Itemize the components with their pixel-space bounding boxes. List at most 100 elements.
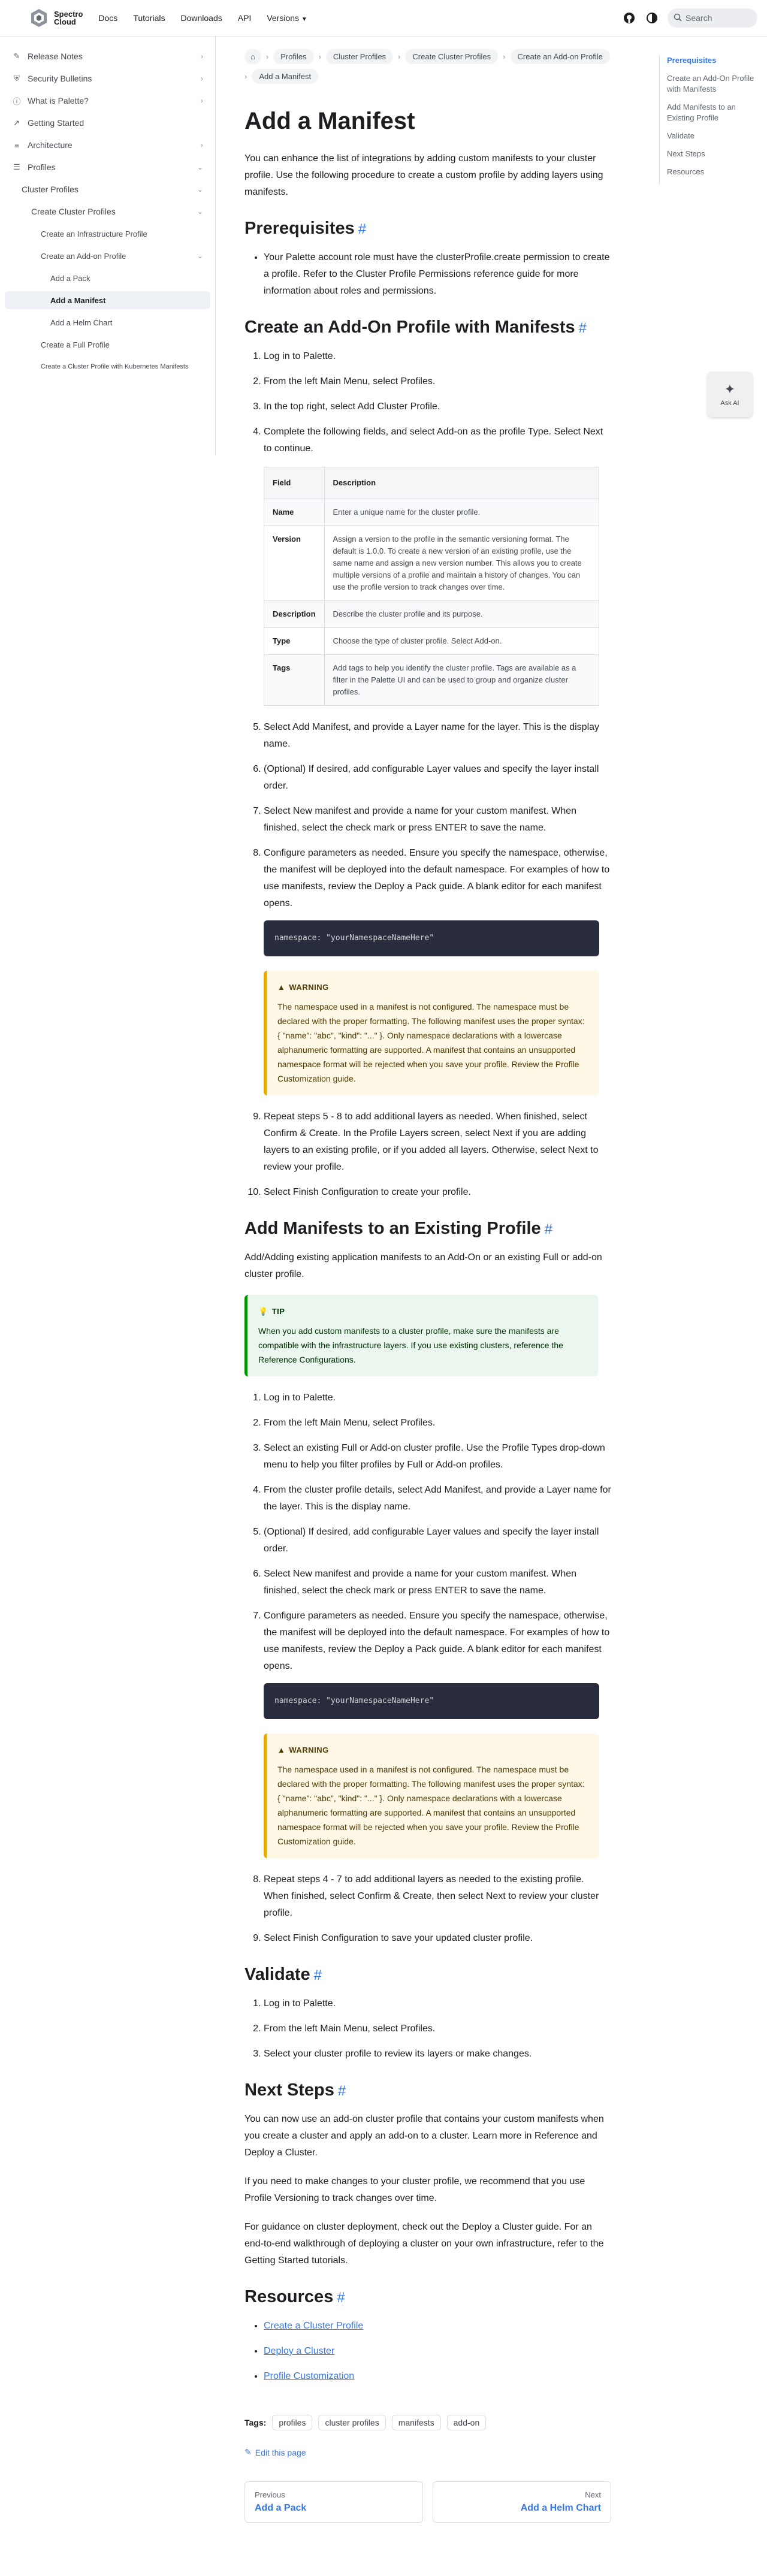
step-item: Select Finish Configuration to create yo… [264, 1184, 611, 1201]
sidebar-item-release-notes[interactable]: ✎ Release Notes › [5, 47, 210, 65]
sidebar-item-what-is-palette[interactable]: ⓘ What is Palette? › [5, 92, 210, 110]
sidebar-item-architecture[interactable]: ≡ Architecture › [5, 136, 210, 154]
next-page-card[interactable]: Next Add a Helm Chart [433, 2481, 611, 2523]
breadcrumb-home-icon[interactable]: ⌂ [244, 49, 261, 64]
code-block[interactable]: namespace: "yourNamespaceNameHere" [264, 1683, 599, 1719]
step-item: Log in to Palette. [264, 1390, 611, 1406]
sidebar-item-label: Create an Infrastructure Profile [41, 229, 147, 238]
anchor-link[interactable]: # [314, 1967, 322, 1983]
sidebar-item-security-bulletins[interactable]: ⛨ Security Bulletins › [5, 70, 210, 87]
megaphone-icon: ✎ [13, 52, 20, 61]
tag-link[interactable]: profiles [272, 2415, 313, 2430]
sidebar-item-create-infrastructure-profile[interactable]: Create an Infrastructure Profile [5, 225, 210, 243]
toc-item[interactable]: Add Manifests to an Existing Profile [667, 102, 755, 123]
pencil-icon: ✎ [244, 2447, 252, 2457]
step-item: Configure parameters as needed. Ensure y… [264, 1608, 611, 1858]
sidebar-item-label: Profiles [28, 162, 56, 172]
anchor-link[interactable]: # [337, 2290, 345, 2306]
nav-link-api[interactable]: API [238, 13, 252, 23]
github-icon[interactable] [622, 11, 636, 25]
step-item: Repeat steps 4 - 7 to add additional lay… [264, 1871, 611, 1922]
breadcrumb-separator: › [244, 72, 247, 81]
step-item: Select Add Manifest, and provide a Layer… [264, 719, 611, 753]
sidebar-item-getting-started[interactable]: ➚ Getting Started [5, 114, 210, 132]
existing-profile-heading: Add Manifests to an Existing Profile # [244, 1219, 553, 1238]
anchor-link[interactable]: # [338, 2083, 346, 2099]
warning-text: The namespace used in a manifest is not … [277, 1002, 585, 1083]
stack-icon: ☰ [13, 162, 20, 171]
theme-toggle-icon[interactable] [645, 11, 659, 25]
breadcrumb-item[interactable]: Cluster Profiles [325, 49, 394, 64]
logo[interactable]: Spectro Cloud [29, 8, 83, 28]
toc-item[interactable]: Prerequisites [667, 55, 755, 66]
ask-ai-label: Ask AI [720, 400, 739, 407]
validate-heading: Validate # [244, 1965, 322, 1984]
ask-ai-button[interactable]: ✦ Ask AI [707, 372, 753, 417]
toc-item[interactable]: Validate [667, 131, 755, 141]
main-content: ⌂ › Profiles › Cluster Profiles › Create… [244, 36, 611, 2523]
sidebar-item-label: Architecture [28, 140, 73, 150]
anchor-link[interactable]: # [579, 320, 587, 336]
anchor-link[interactable]: # [545, 1221, 552, 1237]
sidebar-item-cluster-profiles[interactable]: Cluster Profiles ⌄ [5, 180, 210, 198]
shield-icon: ⛨ [14, 74, 20, 83]
search-icon [674, 13, 682, 23]
tag-link[interactable]: add-on [446, 2415, 487, 2430]
search-input[interactable]: Search [668, 8, 757, 28]
versions-dropdown[interactable]: Versions ▼ [267, 13, 307, 23]
sidebar-item-add-a-pack[interactable]: Add a Pack [5, 269, 210, 287]
sidebar-item-create-addon-profile[interactable]: Create an Add-on Profile ⌄ [5, 247, 210, 265]
next-steps-heading: Next Steps # [244, 2080, 346, 2100]
lightbulb-icon: 💡 [258, 1307, 268, 1316]
breadcrumb-item[interactable]: Create Cluster Profiles [405, 49, 499, 64]
resource-link[interactable]: Create a Cluster Profile [264, 2321, 363, 2331]
table-row: Description Describe the cluster profile … [264, 600, 600, 628]
sidebar-item-add-a-helm-chart[interactable]: Add a Helm Chart [5, 313, 210, 331]
edit-page-link[interactable]: ✎ Edit this page [244, 2447, 611, 2457]
intro-paragraph: You can enhance the list of integrations… [244, 153, 603, 197]
toc-item[interactable]: Create an Add-On Profile with Manifests [667, 73, 755, 95]
pager-sublabel: Previous [255, 2490, 285, 2499]
code-block[interactable]: namespace: "yourNamespaceNameHere" [264, 920, 599, 956]
tags-label: Tags: [244, 2418, 267, 2427]
resource-link[interactable]: Deploy a Cluster [264, 2346, 334, 2356]
sidebar-item-create-cluster-profiles[interactable]: Create Cluster Profiles ⌄ [5, 203, 210, 221]
step-item: In the top right, select Add Cluster Pro… [264, 398, 611, 415]
warning-icon: ▲ [277, 983, 286, 992]
step-item: (Optional) If desired, add configurable … [264, 1524, 611, 1557]
sidebar-item-label: Add a Helm Chart [50, 318, 113, 327]
warning-admonition: ▲ warning The namespace used in a manifes… [264, 1734, 599, 1858]
step-item: Configure parameters as needed. Ensure y… [264, 845, 611, 1095]
versions-label: Versions [267, 13, 300, 23]
sidebar-item-create-full-profile[interactable]: Create a Full Profile [5, 336, 210, 354]
breadcrumb-item[interactable]: Create an Add-on Profile [510, 49, 610, 64]
rocket-icon: ➚ [13, 118, 20, 127]
chevron-down-icon: ⌄ [197, 252, 203, 260]
breadcrumb-item[interactable]: Profiles [273, 49, 314, 64]
navbar: Spectro Cloud Docs Tutorials Downloads A… [0, 0, 767, 36]
info-icon: ⓘ [13, 96, 21, 106]
sidebar-item-add-a-manifest[interactable]: Add a Manifest [5, 291, 210, 309]
pager-title: Add a Pack [255, 2503, 307, 2513]
resource-link[interactable]: Profile Customization [264, 2371, 354, 2381]
chevron-down-icon: ⌄ [197, 163, 203, 171]
nav-link-downloads[interactable]: Downloads [180, 13, 222, 23]
toc-item[interactable]: Resources [667, 167, 755, 177]
sidebar-item-create-profile-k8s-manifests[interactable]: Create a Cluster Profile with Kubernetes… [5, 358, 210, 376]
nav-link-docs[interactable]: Docs [98, 13, 117, 23]
tag-link[interactable]: manifests [391, 2415, 441, 2430]
sidebar-item-profiles[interactable]: ☰ Profiles ⌄ [5, 158, 210, 176]
chevron-right-icon: › [201, 74, 203, 83]
create-steps: Log in to Palette. From the left Main Me… [244, 348, 611, 1201]
nav-link-tutorials[interactable]: Tutorials [133, 13, 165, 23]
toc-item[interactable]: Next Steps [667, 149, 755, 159]
warning-admonition: ▲ warning The namespace used in a manifes… [264, 971, 599, 1095]
tag-link[interactable]: cluster profiles [318, 2415, 386, 2430]
sidebar-item-label: Create an Add-on Profile [41, 251, 126, 261]
anchor-link[interactable]: # [358, 221, 366, 237]
warning-icon: ▲ [277, 1745, 286, 1754]
step-item: Select an existing Full or Add-on cluste… [264, 1440, 611, 1473]
sidebar-item-label: Create Cluster Profiles [31, 207, 116, 216]
next-steps-paragraph: For guidance on cluster deployment, chec… [244, 2222, 604, 2266]
previous-page-card[interactable]: Previous Add a Pack [244, 2481, 423, 2523]
